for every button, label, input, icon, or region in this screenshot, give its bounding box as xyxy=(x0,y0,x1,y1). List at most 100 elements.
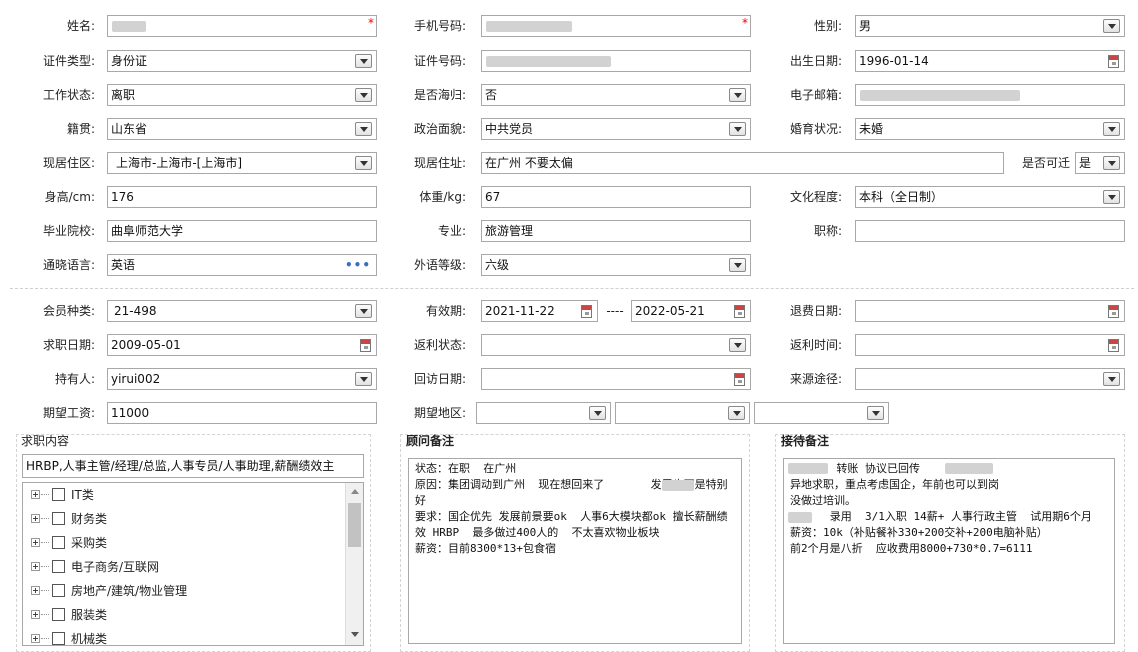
reception-note-textarea[interactable]: 转账 协议已回传 异地求职，重点考虑国企，年前也可以到岗 没做过培训。 录用 3… xyxy=(783,458,1115,644)
checkbox[interactable] xyxy=(52,536,65,549)
chevron-down-icon[interactable] xyxy=(1103,156,1120,170)
expand-icon[interactable] xyxy=(31,610,40,619)
more-icon[interactable]: ••• xyxy=(345,255,371,275)
calendar-icon[interactable] xyxy=(734,373,745,386)
returnee-select[interactable]: 否 xyxy=(481,84,751,106)
member-type-select[interactable]: 21-498 xyxy=(107,300,377,322)
region-label: 期望地区: xyxy=(413,406,466,420)
chevron-down-icon[interactable] xyxy=(729,338,746,352)
id-no-field[interactable] xyxy=(481,50,751,72)
section-divider xyxy=(10,288,1134,289)
region-province-select[interactable] xyxy=(476,402,611,424)
language-field[interactable]: 英语 ••• xyxy=(107,254,377,276)
expand-icon[interactable] xyxy=(31,562,40,571)
residence-area-select[interactable]: 上海市-上海市-[上海市] xyxy=(107,152,377,174)
chevron-down-icon[interactable] xyxy=(1103,190,1120,204)
chevron-down-icon[interactable] xyxy=(589,406,606,420)
rebate-status-select[interactable] xyxy=(481,334,751,356)
category-tree[interactable]: IT类 财务类 采购类 电子商务/互联网 房地产/建筑/物业管理 服装类 机械类 xyxy=(22,482,364,646)
checkbox[interactable] xyxy=(52,632,65,645)
language-level-select[interactable]: 六级 xyxy=(481,254,751,276)
region-district-select[interactable] xyxy=(754,402,889,424)
work-status-select[interactable]: 离职 xyxy=(107,84,377,106)
job-title-field[interactable] xyxy=(855,220,1125,242)
expand-icon[interactable] xyxy=(31,586,40,595)
apply-date-field[interactable]: 2009-05-01 xyxy=(107,334,377,356)
advisor-note-title: 顾问备注 xyxy=(406,434,455,448)
address-label: 现居住址: xyxy=(413,156,466,170)
education-select[interactable]: 本科（全日制） xyxy=(855,186,1125,208)
relocate-select[interactable]: 是 xyxy=(1075,152,1125,174)
chevron-down-icon[interactable] xyxy=(355,304,372,318)
marital-select[interactable]: 未婚 xyxy=(855,118,1125,140)
chevron-down-icon[interactable] xyxy=(355,54,372,68)
calendar-icon[interactable] xyxy=(1108,339,1119,352)
chevron-down-icon[interactable] xyxy=(729,88,746,102)
expand-icon[interactable] xyxy=(31,514,40,523)
email-field[interactable] xyxy=(855,84,1125,106)
chevron-down-icon[interactable] xyxy=(729,122,746,136)
native-place-select[interactable]: 山东省 xyxy=(107,118,377,140)
chevron-down-icon[interactable] xyxy=(728,406,745,420)
id-no-label: 证件号码: xyxy=(413,54,466,68)
returnee-label: 是否海归: xyxy=(413,88,466,102)
scroll-thumb[interactable] xyxy=(348,503,361,547)
chevron-down-icon[interactable] xyxy=(1103,19,1120,33)
name-field[interactable]: * xyxy=(107,15,377,37)
chevron-down-icon[interactable] xyxy=(729,258,746,272)
id-type-select[interactable]: 身份证 xyxy=(107,50,377,72)
job-content-title: 求职内容 xyxy=(21,434,70,448)
expand-icon[interactable] xyxy=(31,538,40,547)
scrollbar[interactable] xyxy=(345,483,363,645)
checkbox[interactable] xyxy=(52,560,65,573)
address-field[interactable]: 在广州 不要太偏 xyxy=(481,152,1004,174)
calendar-icon[interactable] xyxy=(734,305,745,318)
weight-field[interactable]: 67 xyxy=(481,186,751,208)
holder-select[interactable]: yirui002 xyxy=(107,368,377,390)
checkbox[interactable] xyxy=(52,584,65,597)
scroll-down-icon[interactable] xyxy=(351,632,359,637)
redaction xyxy=(788,463,828,474)
calendar-icon[interactable] xyxy=(1108,305,1119,318)
chevron-down-icon[interactable] xyxy=(355,372,372,386)
chevron-down-icon[interactable] xyxy=(355,122,372,136)
chevron-down-icon[interactable] xyxy=(355,88,372,102)
calendar-icon[interactable] xyxy=(581,305,592,318)
phone-field[interactable]: * xyxy=(481,15,751,37)
chevron-down-icon[interactable] xyxy=(1103,372,1120,386)
weight-label: 体重/kg: xyxy=(419,190,466,204)
valid-from-field[interactable]: 2021-11-22 xyxy=(481,300,598,322)
checkbox[interactable] xyxy=(52,488,65,501)
chevron-down-icon[interactable] xyxy=(867,406,884,420)
political-select[interactable]: 中共党员 xyxy=(481,118,751,140)
expand-icon[interactable] xyxy=(31,634,40,643)
expand-icon[interactable] xyxy=(31,490,40,499)
valid-to-field[interactable]: 2022-05-21 xyxy=(631,300,751,322)
region-city-select[interactable] xyxy=(615,402,750,424)
language-level-label: 外语等级: xyxy=(413,258,466,272)
chevron-down-icon[interactable] xyxy=(1103,122,1120,136)
major-field[interactable]: 旅游管理 xyxy=(481,220,751,242)
school-field[interactable]: 曲阜师范大学 xyxy=(107,220,377,242)
source-select[interactable] xyxy=(855,368,1125,390)
checkbox[interactable] xyxy=(52,608,65,621)
refund-date-field[interactable] xyxy=(855,300,1125,322)
birth-date-field[interactable]: 1996-01-14 xyxy=(855,50,1125,72)
member-type-label: 会员种类: xyxy=(42,304,95,318)
job-content-summary[interactable]: HRBP,人事主管/经理/总监,人事专员/人事助理,薪酬绩效主 xyxy=(22,454,364,478)
gender-select[interactable]: 男 xyxy=(855,15,1125,37)
apply-date-label: 求职日期: xyxy=(42,338,95,352)
residence-area-label: 现居住区: xyxy=(42,156,95,170)
height-field[interactable]: 176 xyxy=(107,186,377,208)
school-label: 毕业院校: xyxy=(42,224,95,238)
salary-field[interactable]: 11000 xyxy=(107,402,377,424)
work-status-label: 工作状态: xyxy=(42,88,95,102)
rebate-time-field[interactable] xyxy=(855,334,1125,356)
checkbox[interactable] xyxy=(52,512,65,525)
chevron-down-icon[interactable] xyxy=(355,156,372,170)
scroll-up-icon[interactable] xyxy=(351,489,359,494)
calendar-icon[interactable] xyxy=(1108,55,1119,68)
height-label: 身高/cm: xyxy=(44,190,95,204)
calendar-icon[interactable] xyxy=(360,339,371,352)
visit-date-field[interactable] xyxy=(481,368,751,390)
